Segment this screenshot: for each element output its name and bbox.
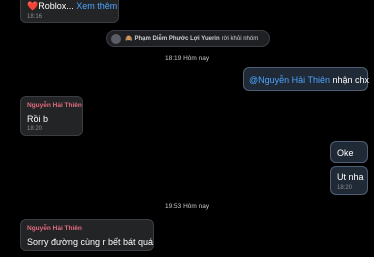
message-text: Oke: [337, 148, 354, 158]
see-more-link[interactable]: Xem thêm: [76, 1, 117, 11]
message-text: Ut nha: [337, 172, 364, 182]
message-time: 18:16: [27, 14, 43, 20]
message-time: 18:20: [27, 126, 43, 132]
message-text: Sorry đường cùng r bết bát quá: [27, 237, 153, 247]
message-bubble-outgoing[interactable]: Oke: [330, 141, 368, 163]
mention-link[interactable]: @Nguyễn Hải Thiên: [249, 75, 330, 85]
avatar: [111, 33, 121, 44]
message-text: Rồi b: [27, 114, 49, 124]
message-preview: Roblox...: [38, 1, 74, 11]
message-text: @Nguyễn Hải Thiên nhận chx: [249, 75, 369, 85]
member-name[interactable]: Phạm Diễm Phước Lợi Yuerin: [134, 36, 219, 42]
sender-name[interactable]: Nguyễn Hải Thiên: [27, 102, 82, 109]
message-bubble-outgoing[interactable]: @Nguyễn Hải Thiên nhận chx: [243, 67, 369, 91]
message-bubble-incoming[interactable]: Nguyễn Hải Thiên Rồi b 18:20: [20, 96, 83, 136]
sender-name[interactable]: Nguyễn Hải Thiên: [27, 225, 82, 232]
heart-icon: ❤️: [27, 1, 39, 11]
system-action: rời khỏi nhóm: [221, 35, 259, 42]
message-time: 18:20: [337, 185, 353, 191]
system-notice: 🙈 Phạm Diễm Phước Lợi Yuerin rời khỏi nh…: [106, 30, 270, 47]
emoji-icon: 🙈: [125, 36, 133, 42]
message-bubble-outgoing[interactable]: Ut nha 18:20: [330, 166, 368, 195]
date-separator: 19:53 Hôm nay: [165, 203, 210, 210]
message-body: nhận chx: [330, 75, 370, 85]
message-bubble-incoming[interactable]: Nguyễn Hải Thiên Sorry đường cùng r bết …: [20, 219, 154, 251]
date-separator: 18:19 Hôm nay: [165, 55, 210, 62]
message-bubble-top[interactable]: ❤️Roblox... Xem thêm 18:16: [20, 0, 119, 23]
message-text: ❤️Roblox... Xem thêm: [27, 1, 117, 12]
